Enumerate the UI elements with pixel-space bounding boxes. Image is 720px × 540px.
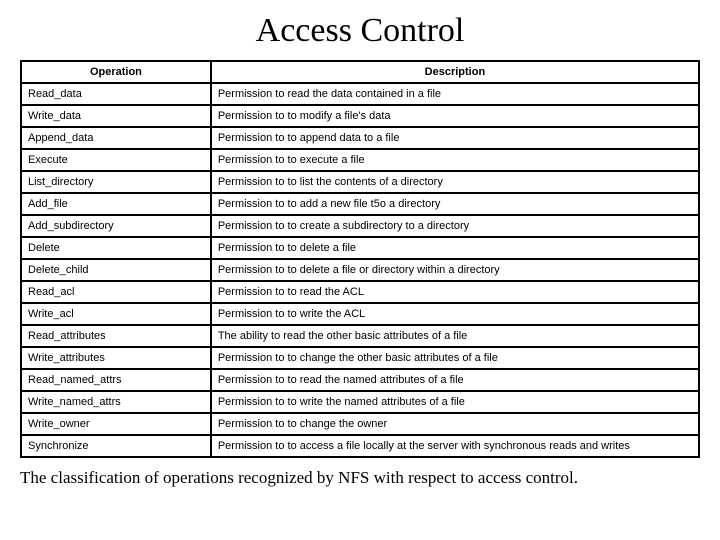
cell-description: Permission to to list the contents of a … — [211, 171, 699, 193]
cell-description: Permission to to create a subdirectory t… — [211, 215, 699, 237]
cell-description: Permission to to modify a file's data — [211, 105, 699, 127]
table-row: Read_aclPermission to to read the ACL — [21, 281, 699, 303]
table-row: Add_filePermission to to add a new file … — [21, 193, 699, 215]
table-header-row: Operation Description — [21, 61, 699, 83]
cell-operation: Write_data — [21, 105, 211, 127]
cell-operation: Read_named_attrs — [21, 369, 211, 391]
cell-operation: Append_data — [21, 127, 211, 149]
cell-operation: Delete_child — [21, 259, 211, 281]
cell-description: Permission to to access a file locally a… — [211, 435, 699, 457]
cell-description: Permission to to append data to a file — [211, 127, 699, 149]
cell-description: Permission to to change the other basic … — [211, 347, 699, 369]
cell-operation: Write_attributes — [21, 347, 211, 369]
table-row: Write_ownerPermission to to change the o… — [21, 413, 699, 435]
table-row: Write_aclPermission to to write the ACL — [21, 303, 699, 325]
cell-description: Permission to to read the named attribut… — [211, 369, 699, 391]
table-row: Write_attributesPermission to to change … — [21, 347, 699, 369]
cell-operation: Delete — [21, 237, 211, 259]
cell-description: Permission to to delete a file or direct… — [211, 259, 699, 281]
table-row: Read_attributesThe ability to read the o… — [21, 325, 699, 347]
cell-description: Permission to to change the owner — [211, 413, 699, 435]
cell-description: Permission to to read the ACL — [211, 281, 699, 303]
table-row: Write_named_attrsPermission to to write … — [21, 391, 699, 413]
col-header-description: Description — [211, 61, 699, 83]
cell-operation: Read_acl — [21, 281, 211, 303]
cell-description: Permission to to add a new file t5o a di… — [211, 193, 699, 215]
table-row: List_directoryPermission to to list the … — [21, 171, 699, 193]
cell-description: Permission to read the data contained in… — [211, 83, 699, 105]
table-row: Add_subdirectoryPermission to to create … — [21, 215, 699, 237]
table-row: ExecutePermission to to execute a file — [21, 149, 699, 171]
cell-operation: Read_data — [21, 83, 211, 105]
page-title: Access Control — [20, 12, 700, 50]
table-row: Read_dataPermission to read the data con… — [21, 83, 699, 105]
access-control-table: Operation Description Read_dataPermissio… — [20, 60, 700, 458]
col-header-operation: Operation — [21, 61, 211, 83]
cell-operation: Write_acl — [21, 303, 211, 325]
cell-description: Permission to to delete a file — [211, 237, 699, 259]
cell-description: Permission to to write the ACL — [211, 303, 699, 325]
table-row: SynchronizePermission to to access a fil… — [21, 435, 699, 457]
cell-operation: Read_attributes — [21, 325, 211, 347]
cell-operation: Add_subdirectory — [21, 215, 211, 237]
cell-operation: Execute — [21, 149, 211, 171]
cell-operation: Synchronize — [21, 435, 211, 457]
cell-operation: Add_file — [21, 193, 211, 215]
table-caption: The classification of operations recogni… — [20, 468, 700, 488]
table-row: DeletePermission to to delete a file — [21, 237, 699, 259]
cell-operation: Write_named_attrs — [21, 391, 211, 413]
table-row: Append_dataPermission to to append data … — [21, 127, 699, 149]
cell-description: The ability to read the other basic attr… — [211, 325, 699, 347]
cell-description: Permission to to write the named attribu… — [211, 391, 699, 413]
cell-operation: Write_owner — [21, 413, 211, 435]
table-row: Delete_childPermission to to delete a fi… — [21, 259, 699, 281]
cell-description: Permission to to execute a file — [211, 149, 699, 171]
table-row: Read_named_attrsPermission to to read th… — [21, 369, 699, 391]
cell-operation: List_directory — [21, 171, 211, 193]
table-row: Write_dataPermission to to modify a file… — [21, 105, 699, 127]
